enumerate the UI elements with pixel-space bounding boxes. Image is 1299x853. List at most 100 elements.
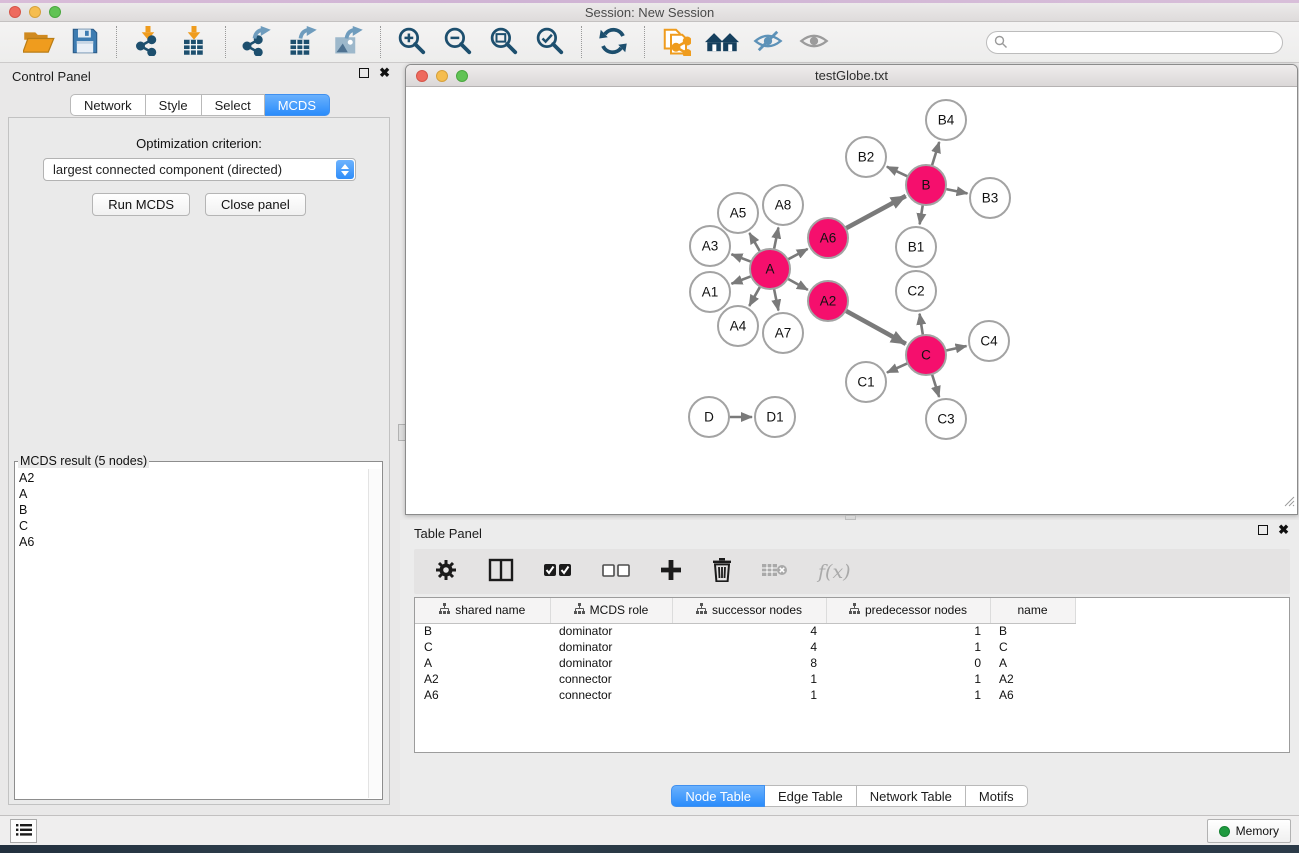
tab-edge-table[interactable]: Edge Table bbox=[765, 785, 857, 807]
cell-predecessor-nodes[interactable]: 1 bbox=[826, 687, 990, 703]
column-header-MCDS-role[interactable]: MCDS role bbox=[550, 598, 672, 623]
result-item[interactable]: C bbox=[16, 518, 367, 534]
open-file-button[interactable] bbox=[18, 25, 60, 59]
select-all-button[interactable] bbox=[544, 563, 572, 580]
tab-mcds[interactable]: MCDS bbox=[265, 94, 330, 116]
cell-shared-name[interactable]: C bbox=[415, 639, 550, 655]
cell-MCDS-role[interactable]: connector bbox=[550, 671, 672, 687]
cell-MCDS-role[interactable]: connector bbox=[550, 687, 672, 703]
zoom-window-button[interactable] bbox=[49, 6, 61, 18]
close-panel-icon[interactable]: ✖ bbox=[379, 68, 390, 78]
criterion-select[interactable]: largest connected component (directed) bbox=[43, 158, 356, 181]
cell-name[interactable]: B bbox=[990, 623, 1075, 639]
float-panel-icon[interactable] bbox=[359, 68, 369, 78]
table-settings-button[interactable] bbox=[434, 558, 458, 585]
column-header-name[interactable]: name bbox=[990, 598, 1075, 623]
mcds-result-list[interactable]: A2ABCA6 bbox=[16, 470, 367, 797]
edge-A-A6[interactable] bbox=[788, 249, 808, 260]
cell-successor-nodes[interactable]: 8 bbox=[672, 655, 826, 671]
tab-motifs[interactable]: Motifs bbox=[966, 785, 1028, 807]
edge-C-C2[interactable] bbox=[920, 314, 923, 336]
zoom-network-window-button[interactable] bbox=[456, 70, 468, 82]
edge-A-A1[interactable] bbox=[731, 276, 751, 284]
close-window-button[interactable] bbox=[9, 6, 21, 18]
node-A3[interactable]: A3 bbox=[690, 226, 730, 266]
node-A1[interactable]: A1 bbox=[690, 272, 730, 312]
table-row[interactable]: Bdominator41B bbox=[415, 623, 1075, 639]
zoom-selected-button[interactable] bbox=[529, 25, 571, 59]
cell-shared-name[interactable]: A2 bbox=[415, 671, 550, 687]
zoom-out-button[interactable] bbox=[437, 25, 479, 59]
cell-shared-name[interactable]: B bbox=[415, 623, 550, 639]
cell-successor-nodes[interactable]: 4 bbox=[672, 639, 826, 655]
edge-A-A8[interactable] bbox=[774, 228, 778, 250]
node-B2[interactable]: B2 bbox=[846, 137, 886, 177]
cell-predecessor-nodes[interactable]: 1 bbox=[826, 623, 990, 639]
cell-name[interactable]: C bbox=[990, 639, 1075, 655]
cell-predecessor-nodes[interactable]: 1 bbox=[826, 639, 990, 655]
node-A5[interactable]: A5 bbox=[718, 193, 758, 233]
select-stepper-icon[interactable] bbox=[336, 160, 354, 179]
minimize-network-window-button[interactable] bbox=[436, 70, 448, 82]
zoom-in-button[interactable] bbox=[391, 25, 433, 59]
cell-shared-name[interactable]: A bbox=[415, 655, 550, 671]
node-C1[interactable]: C1 bbox=[846, 362, 886, 402]
export-network-button[interactable] bbox=[236, 25, 278, 59]
edge-C-C4[interactable] bbox=[946, 346, 967, 351]
edge-A-A2[interactable] bbox=[788, 279, 808, 290]
search-input[interactable] bbox=[986, 31, 1283, 54]
tab-network-table[interactable]: Network Table bbox=[857, 785, 966, 807]
minimize-window-button[interactable] bbox=[29, 6, 41, 18]
column-view-button[interactable] bbox=[488, 558, 514, 585]
zoom-fit-button[interactable] bbox=[483, 25, 525, 59]
edge-A2-C[interactable] bbox=[846, 311, 906, 344]
node-B4[interactable]: B4 bbox=[926, 100, 966, 140]
refresh-button[interactable] bbox=[592, 25, 634, 59]
cell-MCDS-role[interactable]: dominator bbox=[550, 655, 672, 671]
edge-A-A4[interactable] bbox=[749, 286, 760, 306]
tab-node-table[interactable]: Node Table bbox=[671, 785, 765, 807]
node-B3[interactable]: B3 bbox=[970, 178, 1010, 218]
cell-name[interactable]: A6 bbox=[990, 687, 1075, 703]
fx-button[interactable]: f(x) bbox=[818, 561, 851, 583]
node-A8[interactable]: A8 bbox=[763, 185, 803, 225]
edge-C-C3[interactable] bbox=[932, 374, 939, 397]
table-row[interactable]: Adominator80A bbox=[415, 655, 1075, 671]
close-network-window-button[interactable] bbox=[416, 70, 428, 82]
tab-style[interactable]: Style bbox=[146, 94, 202, 116]
edge-B-B1[interactable] bbox=[920, 205, 923, 225]
edge-C-C1[interactable] bbox=[887, 363, 908, 372]
node-C4[interactable]: C4 bbox=[969, 321, 1009, 361]
export-table-button[interactable] bbox=[282, 25, 324, 59]
node-C[interactable]: C bbox=[906, 335, 946, 375]
memory-button[interactable]: Memory bbox=[1207, 819, 1291, 843]
show-eye-button[interactable] bbox=[793, 25, 835, 59]
network-window-titlebar[interactable]: testGlobe.txt bbox=[406, 65, 1297, 87]
cell-predecessor-nodes[interactable]: 0 bbox=[826, 655, 990, 671]
close-panel-button[interactable]: Close panel bbox=[205, 193, 306, 216]
clone-network-button[interactable] bbox=[655, 25, 697, 59]
network-graph-canvas[interactable]: AA1A2A3A4A5A6A7A8BB1B2B3B4CC1C2C3C4DD1 bbox=[406, 87, 1297, 514]
cell-MCDS-role[interactable]: dominator bbox=[550, 623, 672, 639]
delete-row-button[interactable] bbox=[712, 558, 732, 585]
edge-A6-B[interactable] bbox=[846, 196, 906, 229]
edge-A-A5[interactable] bbox=[749, 233, 760, 252]
hide-eye-button[interactable] bbox=[747, 25, 789, 59]
table-row[interactable]: A6connector11A6 bbox=[415, 687, 1075, 703]
cell-successor-nodes[interactable]: 1 bbox=[672, 671, 826, 687]
node-A7[interactable]: A7 bbox=[763, 313, 803, 353]
node-B[interactable]: B bbox=[906, 165, 946, 205]
column-header-shared-name[interactable]: shared name bbox=[415, 598, 550, 623]
close-table-panel-icon[interactable]: ✖ bbox=[1278, 525, 1289, 535]
run-mcds-button[interactable]: Run MCDS bbox=[92, 193, 190, 216]
task-history-button[interactable] bbox=[10, 819, 37, 843]
cell-predecessor-nodes[interactable]: 1 bbox=[826, 671, 990, 687]
deselect-all-button[interactable] bbox=[602, 563, 630, 580]
result-item[interactable]: A2 bbox=[16, 470, 367, 486]
result-item[interactable]: A bbox=[16, 486, 367, 502]
edge-B-B4[interactable] bbox=[932, 142, 939, 166]
cell-shared-name[interactable]: A6 bbox=[415, 687, 550, 703]
save-session-button[interactable] bbox=[64, 25, 106, 59]
edge-A-A7[interactable] bbox=[774, 289, 778, 311]
cell-name[interactable]: A bbox=[990, 655, 1075, 671]
